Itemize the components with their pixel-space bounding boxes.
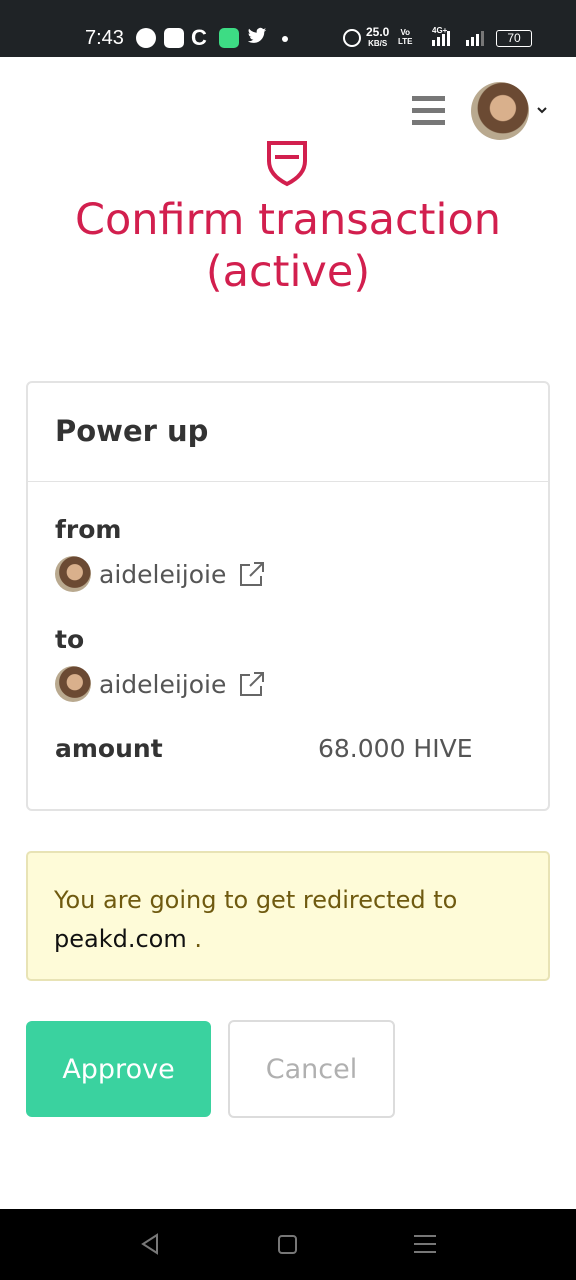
twitter-icon xyxy=(247,27,267,51)
external-link-icon[interactable] xyxy=(238,560,266,588)
redirect-notice: You are going to get redirected to peakd… xyxy=(26,851,550,981)
title-line-2: (active) xyxy=(205,247,371,297)
battery-icon: 70 xyxy=(496,30,532,47)
from-label: from xyxy=(55,515,122,544)
title-line-1: Confirm transaction xyxy=(74,195,502,245)
redirect-domain: peakd.com xyxy=(54,925,187,953)
approve-button[interactable]: Approve xyxy=(26,1021,211,1117)
chevron-down-icon[interactable] xyxy=(536,100,548,119)
photos-icon xyxy=(164,28,184,48)
volte-top: Vo xyxy=(400,28,411,37)
status-time: 7:43 xyxy=(85,27,124,49)
volte-indicator: Vo LTE xyxy=(398,28,413,46)
from-username: aideleijoie xyxy=(99,559,227,589)
amount-label: amount xyxy=(55,734,163,763)
to-label: to xyxy=(55,625,85,654)
to-avatar xyxy=(55,666,91,702)
system-nav-bar xyxy=(0,1209,576,1280)
speed-unit: KB/S xyxy=(368,39,388,48)
page-title: Confirm transaction (active) xyxy=(0,194,576,298)
messenger-icon xyxy=(136,28,156,48)
avatar[interactable] xyxy=(471,82,529,140)
operation-card: Power up from aideleijoie to aideleijoie… xyxy=(26,381,550,811)
cancel-button[interactable]: Cancel xyxy=(228,1020,395,1118)
network-speed: 25.0 KB/S xyxy=(366,25,390,49)
c-icon: C xyxy=(191,25,207,50)
to-user-row: aideleijoie xyxy=(55,666,266,702)
back-icon[interactable] xyxy=(140,1233,160,1259)
external-link-icon[interactable] xyxy=(238,670,266,698)
to-username: aideleijoie xyxy=(99,669,227,699)
notice-suffix: . xyxy=(186,925,202,953)
shield-logo-icon xyxy=(266,140,308,188)
operation-title: Power up xyxy=(28,383,548,482)
amount-value: 68.000 HIVE xyxy=(318,734,473,763)
dot-icon xyxy=(282,36,288,42)
status-bar: 7:43 C 25.0 KB/S Vo LTE 4G+ 70 xyxy=(0,0,576,57)
notice-text: You are going to get redirected to xyxy=(54,886,458,914)
hamburger-icon[interactable] xyxy=(412,96,445,126)
home-icon[interactable] xyxy=(278,1235,297,1254)
signal-icon xyxy=(432,30,450,46)
recents-icon[interactable] xyxy=(414,1235,436,1259)
chat-icon xyxy=(219,28,239,48)
speed-value: 25.0 xyxy=(366,25,390,39)
signal-icon-2 xyxy=(466,30,484,46)
from-user-row: aideleijoie xyxy=(55,556,266,592)
from-avatar xyxy=(55,556,91,592)
alarm-icon xyxy=(343,29,361,47)
volte-bottom: LTE xyxy=(398,37,413,46)
